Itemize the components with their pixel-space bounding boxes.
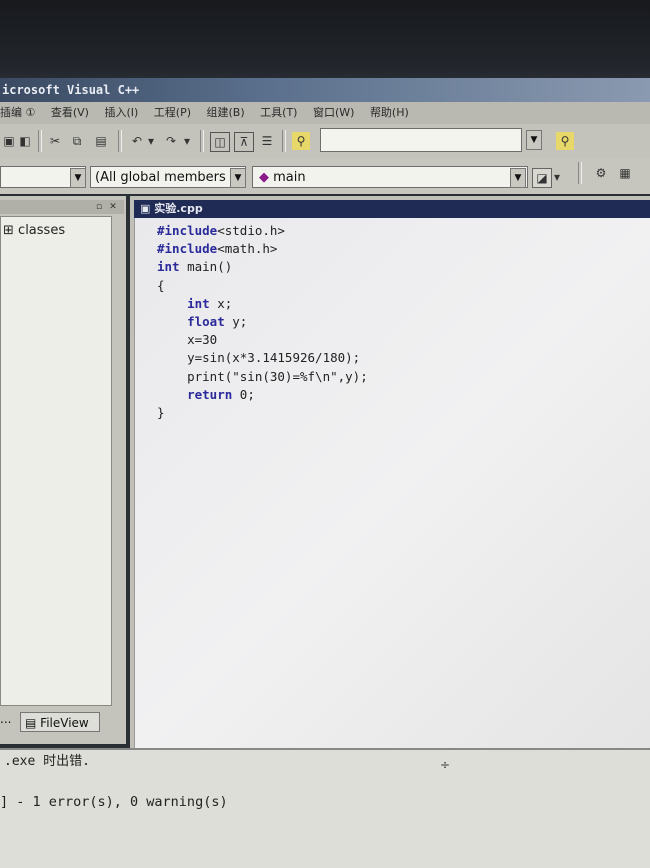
chevron-down-icon[interactable]: ▼ <box>70 168 86 188</box>
function-combo-label: main <box>273 170 306 185</box>
code-line: print("sin(30)=%f\n",y); <box>157 368 368 384</box>
editor-title: 实验.cpp <box>154 202 203 215</box>
chevron-down-icon[interactable]: ▾ <box>182 132 192 150</box>
find-in-files-icon[interactable]: ⚲ <box>292 132 310 150</box>
build-icon[interactable]: ▦ <box>616 164 634 182</box>
close-icon[interactable]: ✕ <box>104 198 122 216</box>
tree-item-label: classes <box>18 223 66 238</box>
chevron-down-icon[interactable]: ▼ <box>510 168 526 188</box>
toolbar-separator <box>200 130 204 152</box>
chevron-down-icon[interactable]: ▾ <box>552 168 562 186</box>
code-line: x=30 <box>157 332 218 348</box>
toolbar-separator <box>118 130 122 152</box>
workspace-pane: ▫ ✕ ⊞ classes ... ▤ FileView <box>0 196 126 744</box>
chevron-down-icon[interactable]: ▾ <box>146 132 156 150</box>
code-line: #include<math.h> <box>157 241 278 257</box>
editor-title-bar: ▣ 实验.cpp <box>134 200 650 218</box>
cut-icon[interactable]: ✂ <box>46 132 64 150</box>
tab-fileview[interactable]: ▤ FileView <box>20 712 100 732</box>
tree-item-icon: ⊞ <box>3 223 14 238</box>
menu-item-view[interactable]: 查看(V) <box>51 106 89 119</box>
output-window-icon[interactable]: ⊼ <box>234 132 254 152</box>
code-editor[interactable]: #include<stdio.h> #include<math.h> int mai… <box>134 218 650 770</box>
code-lines: #include<stdio.h> #include<math.h> int mai… <box>157 222 368 422</box>
paste-icon[interactable]: ▤ <box>92 132 110 150</box>
copy-icon[interactable]: ⧉ <box>68 132 86 150</box>
wizard-action-icon[interactable]: ◪ <box>532 168 552 188</box>
chevron-down-icon[interactable]: ▼ <box>526 130 542 150</box>
resize-grip-icon[interactable]: ÷ <box>440 758 450 772</box>
save-all-icon[interactable]: ◧ <box>16 132 34 150</box>
code-line: return 0; <box>187 386 255 402</box>
code-line: float y; <box>187 313 248 329</box>
menu-item-help[interactable]: 帮助(H) <box>370 106 409 119</box>
function-combo[interactable]: ◆ main <box>252 166 528 188</box>
find-input[interactable] <box>320 128 522 152</box>
toolbar-separator <box>578 162 582 184</box>
code-line: int main() <box>157 259 233 275</box>
workspace-icon[interactable]: ◫ <box>210 132 230 152</box>
menu-item-build[interactable]: 组建(B) <box>207 106 245 119</box>
class-tree: ⊞ classes <box>0 216 112 706</box>
code-line: #include<stdio.h> <box>157 223 285 238</box>
code-line: int x; <box>187 295 233 311</box>
toolbar-separator <box>38 130 42 152</box>
tree-item-classes[interactable]: ⊞ classes <box>3 223 65 238</box>
find-icon[interactable]: ⚲ <box>556 132 574 150</box>
classview-tab[interactable]: ... <box>0 712 11 726</box>
undo-icon[interactable]: ↶ <box>128 132 146 150</box>
menu-bar: 插编 ① 查看(V) 插入(I) 工程(P) 组建(B) 工具(T) 窗口(W)… <box>0 102 650 124</box>
function-icon: ◆ <box>259 170 269 185</box>
code-line: } <box>157 404 165 420</box>
output-pane: .exe 时出错. ] - 1 error(s), 0 warning(s) <box>0 748 650 868</box>
output-line: ] - 1 error(s), 0 warning(s) <box>0 794 228 810</box>
members-combo[interactable]: (All global members <box>90 166 246 188</box>
code-line: y=sin(x*3.1415926/180); <box>157 350 361 366</box>
redo-icon[interactable]: ↷ <box>162 132 180 150</box>
toolbar-separator <box>282 130 286 152</box>
menu-item-window[interactable]: 窗口(W) <box>313 106 354 119</box>
menu-item-1[interactable]: 插编 ① <box>0 106 35 119</box>
document-icon: ▣ <box>140 202 151 215</box>
output-line: .exe 时出错. <box>4 754 90 769</box>
code-line: { <box>157 277 165 293</box>
chevron-down-icon[interactable]: ▼ <box>230 168 246 188</box>
menu-item-project[interactable]: 工程(P) <box>154 106 191 119</box>
menu-item-tools[interactable]: 工具(T) <box>260 106 297 119</box>
tab-fileview-label: FileView <box>40 716 89 730</box>
fileview-icon: ▤ <box>25 716 37 730</box>
menu-item-insert[interactable]: 插入(I) <box>104 106 138 119</box>
window-list-icon[interactable]: ☰ <box>258 132 276 150</box>
window-title: icrosoft Visual C++ <box>0 78 650 102</box>
compile-icon[interactable]: ⚙ <box>592 164 610 182</box>
